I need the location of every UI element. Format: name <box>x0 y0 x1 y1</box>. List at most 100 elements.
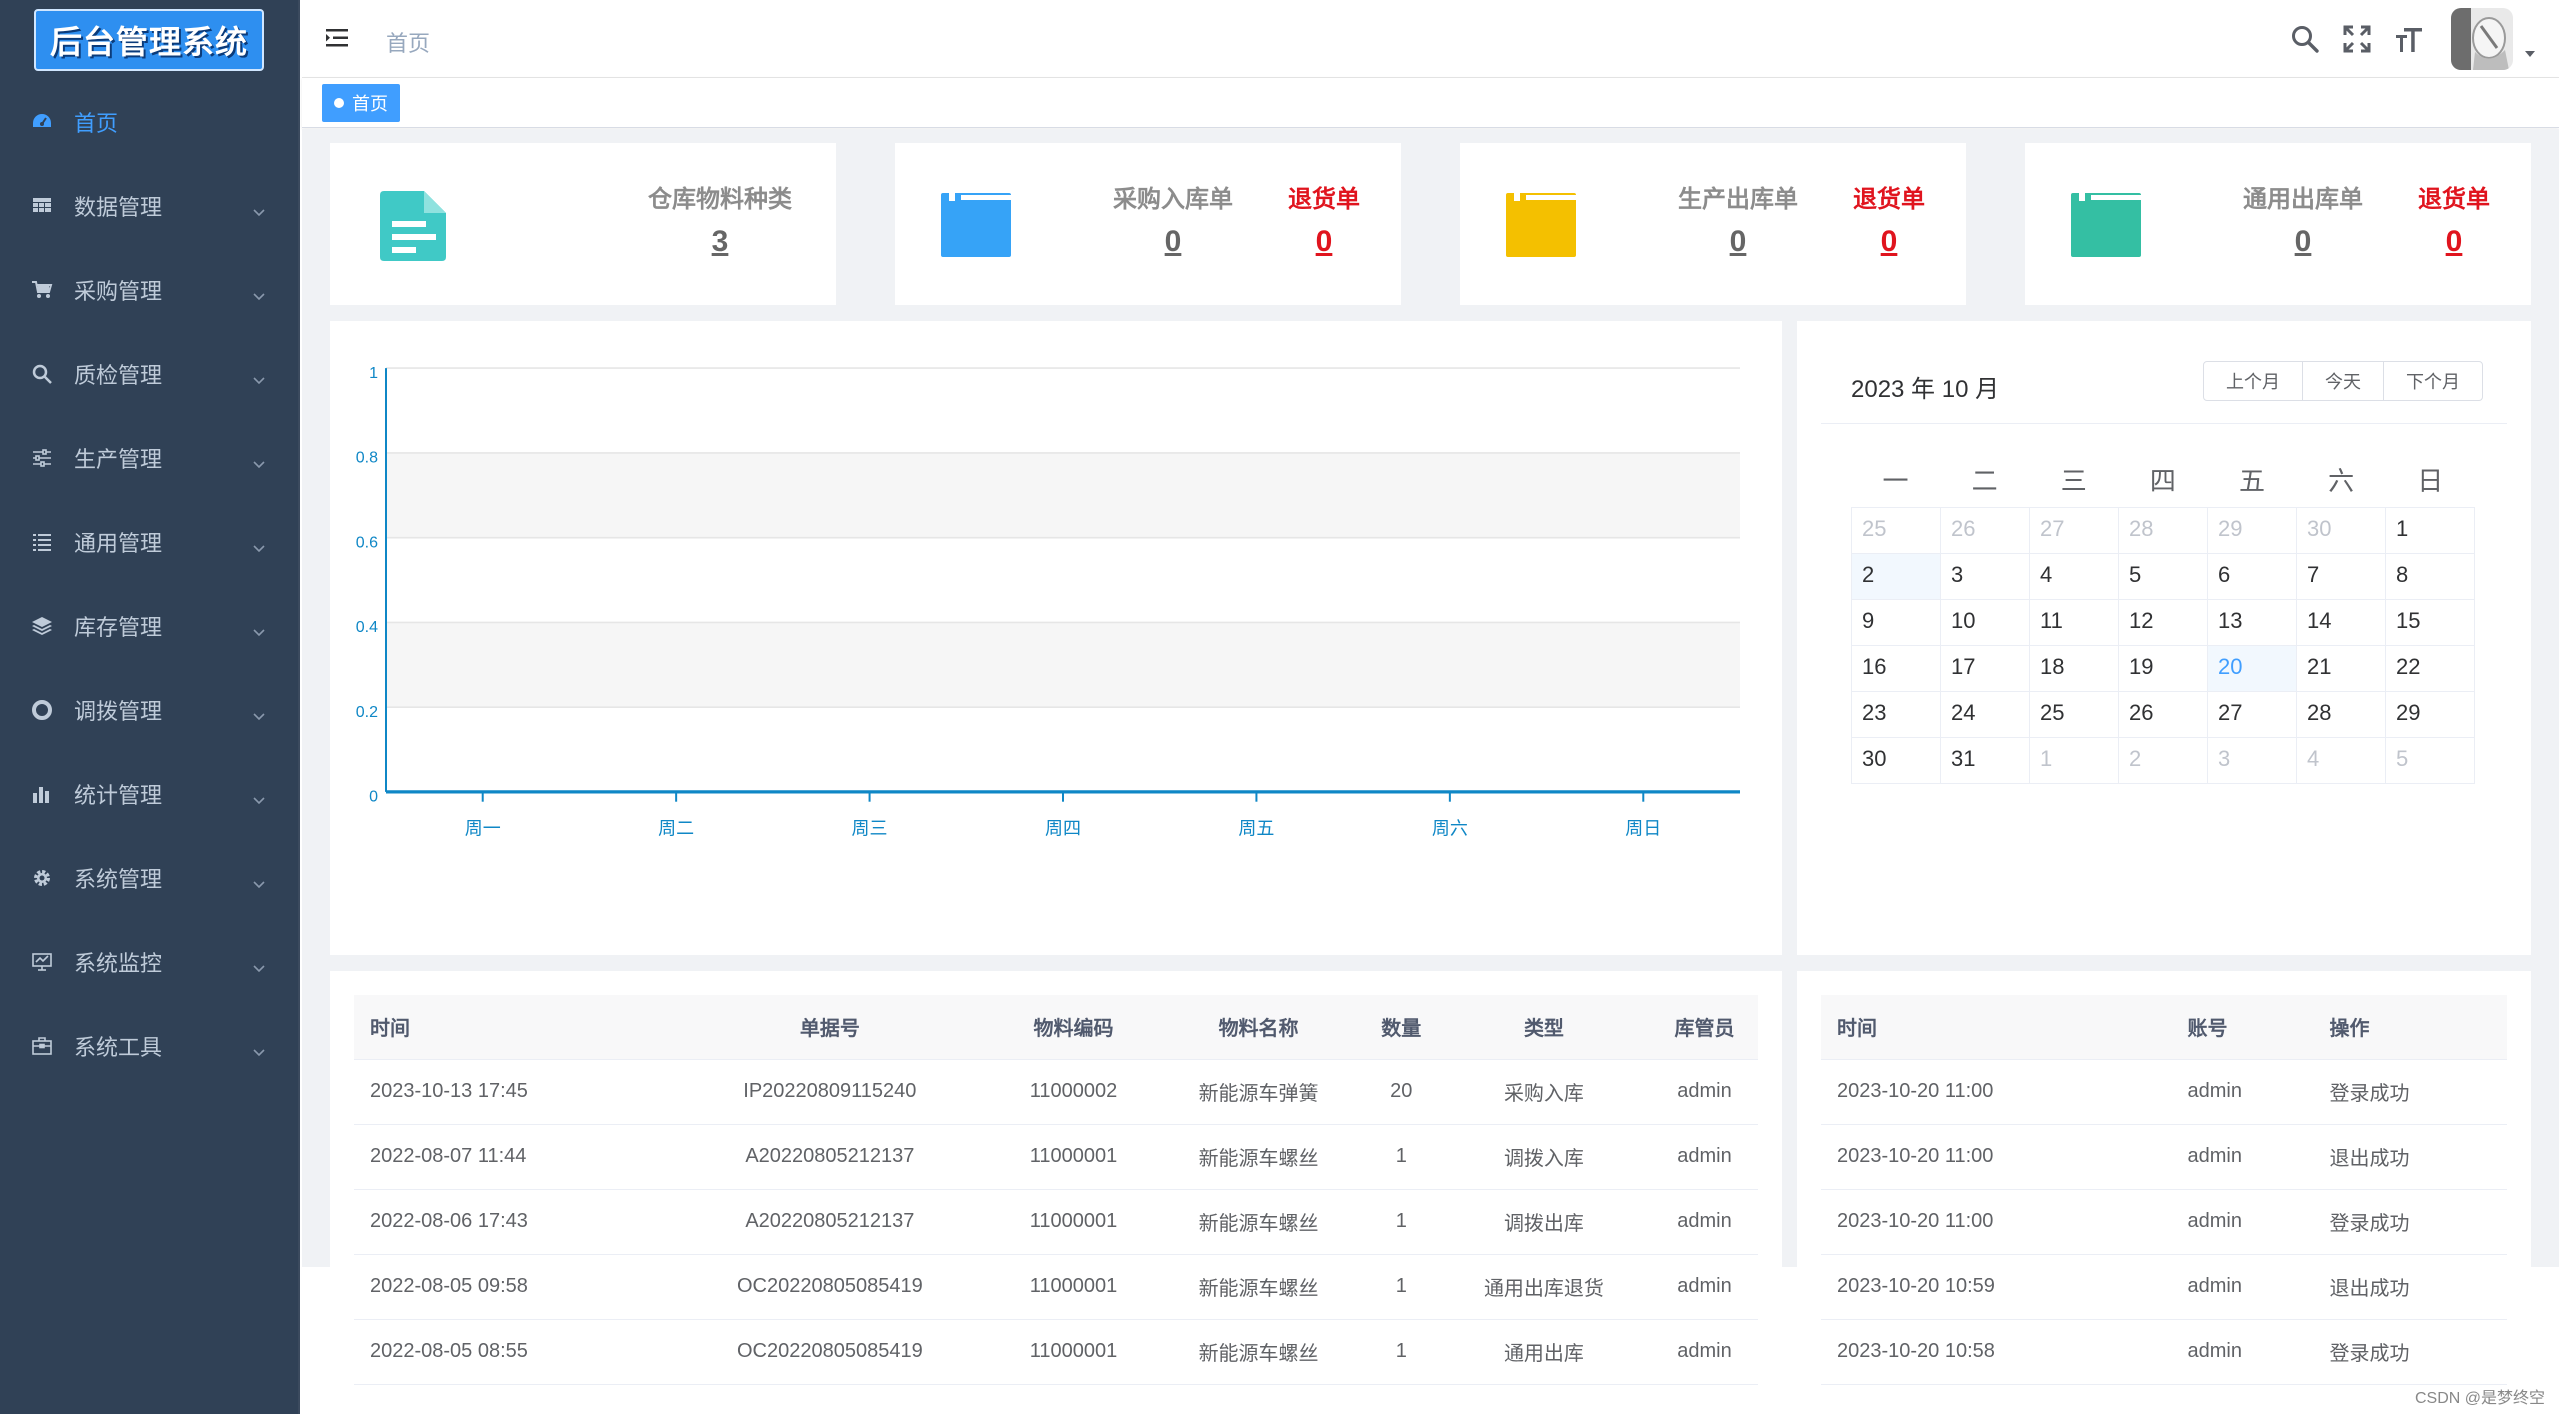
stat-value[interactable]: 0 <box>1658 225 1818 259</box>
prev-month-button[interactable]: 上个月 <box>2203 361 2303 401</box>
sidebar-item-1[interactable]: 数据管理 <box>0 164 298 248</box>
calendar-day[interactable]: 13 <box>2208 600 2297 646</box>
calendar-day[interactable]: 4 <box>2030 554 2119 600</box>
stat-card-general-out[interactable]: 通用出库单 0 退货单 0 <box>2025 143 2531 305</box>
calendar-day[interactable]: 6 <box>2208 554 2297 600</box>
weekday-label: 五 <box>2239 466 2266 496</box>
calendar-day[interactable]: 21 <box>2297 646 2386 692</box>
table-row[interactable]: 2022-08-05 09:58 OC20220805085419 11000001… <box>354 1254 1758 1320</box>
calendar-day[interactable]: 27 <box>2208 692 2297 738</box>
calendar-day[interactable]: 14 <box>2297 600 2386 646</box>
fullscreen-icon[interactable] <box>2341 23 2373 55</box>
calendar-day[interactable]: 26 <box>1941 508 2030 554</box>
chevron-down-icon[interactable] <box>2523 47 2537 61</box>
calendar-day[interactable]: 2 <box>2119 738 2208 784</box>
sidebar-item-5[interactable]: 通用管理 <box>0 500 298 584</box>
sidebar-item-3[interactable]: 质检管理 <box>0 332 298 416</box>
calendar-day[interactable]: 24 <box>1941 692 2030 738</box>
table-cell: 2022-08-05 08:55 <box>354 1319 665 1385</box>
calendar-day[interactable]: 29 <box>2208 508 2297 554</box>
calendar-day[interactable]: 26 <box>2119 692 2208 738</box>
stat-value[interactable]: 0 <box>1093 225 1253 259</box>
calendar-day[interactable]: 30 <box>2297 508 2386 554</box>
table-cell: 2023-10-13 17:45 <box>354 1059 665 1125</box>
calendar-day[interactable]: 28 <box>2297 692 2386 738</box>
table-row[interactable]: 2022-08-06 17:43 A20220805212137 11000001 新… <box>354 1189 1758 1255</box>
sidebar-item-2[interactable]: 采购管理 <box>0 248 298 332</box>
sidebar-item-label: 通用管理 <box>74 531 163 556</box>
sidebar-item-8[interactable]: 统计管理 <box>0 752 298 836</box>
grid-band <box>386 452 1740 538</box>
avatar[interactable] <box>2451 8 2513 70</box>
calendar-day[interactable]: 17 <box>1941 646 2030 692</box>
calendar-day[interactable]: 27 <box>2030 508 2119 554</box>
calendar-day[interactable]: 25 <box>2030 692 2119 738</box>
table-cell: 采购入库 <box>1436 1059 1651 1125</box>
font-size-icon[interactable] <box>2393 23 2425 55</box>
calendar-day[interactable]: 30 <box>1852 738 1941 784</box>
table-row[interactable]: 2023-10-20 11:00 admin 退出成功 <box>1821 1124 2507 1190</box>
calendar-day[interactable]: 7 <box>2297 554 2386 600</box>
stat-value[interactable]: 0 <box>2223 225 2383 259</box>
calendar-week-row: 9 10 11 12 13 14 15 <box>1852 600 2475 646</box>
calendar-day[interactable]: 19 <box>2119 646 2208 692</box>
calendar-day[interactable]: 5 <box>2386 738 2475 784</box>
calendar-week-row: 16 17 18 19 20 21 22 <box>1852 646 2475 692</box>
calendar-day[interactable]: 9 <box>1852 600 1941 646</box>
return-value[interactable]: 0 <box>1269 225 1379 259</box>
sidebar-item-11[interactable]: 系统工具 <box>0 1004 298 1088</box>
table-cell: 11000001 <box>995 1254 1152 1320</box>
sliders-icon <box>30 446 54 470</box>
sidebar-item-6[interactable]: 库存管理 <box>0 584 298 668</box>
stat-card-purchase-in[interactable]: 采购入库单 0 退货单 0 <box>895 143 1401 305</box>
table-row[interactable]: 2023-10-20 11:00 admin 登录成功 <box>1821 1189 2507 1255</box>
calendar-day[interactable]: 3 <box>1941 554 2030 600</box>
breadcrumb[interactable]: 首页 <box>386 26 430 58</box>
sidebar-item-10[interactable]: 系统监控 <box>0 920 298 1004</box>
y-tick-label: 0.2 <box>356 704 378 721</box>
return-value[interactable]: 0 <box>1834 225 1944 259</box>
weekday-label: 一 <box>1882 466 1909 496</box>
calendar-day[interactable]: 4 <box>2297 738 2386 784</box>
calendar-day[interactable]: 8 <box>2386 554 2475 600</box>
next-month-button[interactable]: 下个月 <box>2383 361 2483 401</box>
calendar-day[interactable]: 11 <box>2030 600 2119 646</box>
calendar-day[interactable]: 16 <box>1852 646 1941 692</box>
calendar-day[interactable]: 12 <box>2119 600 2208 646</box>
table-row[interactable]: 2022-08-05 08:55 OC20220805085419 11000001… <box>354 1319 1758 1385</box>
sidebar-item-0[interactable]: 首页 <box>0 80 298 164</box>
chevron-down-icon <box>252 703 266 721</box>
calendar-day[interactable]: 1 <box>2030 738 2119 784</box>
calendar-day[interactable]: 29 <box>2386 692 2475 738</box>
table-row[interactable]: 2023-10-13 17:45 IP20220809115240 11000002… <box>354 1059 1758 1125</box>
calendar-day[interactable]: 1 <box>2386 508 2475 554</box>
calendar-day[interactable]: 31 <box>1941 738 2030 784</box>
calendar-day[interactable]: 28 <box>2119 508 2208 554</box>
calendar-day[interactable]: 22 <box>2386 646 2475 692</box>
stat-card-production-out[interactable]: 生产出库单 0 退货单 0 <box>1460 143 1966 305</box>
stat-card-material-types[interactable]: 仓库物料种类 3 <box>330 143 836 305</box>
sidebar-item-7[interactable]: 调拨管理 <box>0 668 298 752</box>
calendar-day[interactable]: 5 <box>2119 554 2208 600</box>
calendar-day[interactable]: 10 <box>1941 600 2030 646</box>
hamburger-icon[interactable] <box>324 24 352 52</box>
calendar-day[interactable]: 18 <box>2030 646 2119 692</box>
calendar-day[interactable]: 15 <box>2386 600 2475 646</box>
calendar-day[interactable]: 23 <box>1852 692 1941 738</box>
stat-value[interactable]: 3 <box>630 225 810 259</box>
calendar-day[interactable]: 2 <box>1852 554 1941 600</box>
table-row[interactable]: 2023-10-20 10:59 admin 退出成功 <box>1821 1254 2507 1320</box>
tag-home[interactable]: 首页 <box>322 84 400 122</box>
calendar-day[interactable]: 25 <box>1852 508 1941 554</box>
table-row[interactable]: 2023-10-20 10:58 admin 登录成功 <box>1821 1319 2507 1385</box>
return-value[interactable]: 0 <box>2399 225 2509 259</box>
sidebar-item-9[interactable]: 系统管理 <box>0 836 298 920</box>
sidebar-item-4[interactable]: 生产管理 <box>0 416 298 500</box>
table-row[interactable]: 2023-10-20 11:00 admin 登录成功 <box>1821 1059 2507 1125</box>
table-row[interactable]: 2022-08-07 11:44 A20220805212137 11000001 新… <box>354 1124 1758 1190</box>
search-icon[interactable] <box>2289 23 2321 55</box>
calendar-day[interactable]: 20 <box>2208 646 2297 692</box>
today-button[interactable]: 今天 <box>2302 361 2384 401</box>
calendar-day[interactable]: 3 <box>2208 738 2297 784</box>
app-logo[interactable]: 后台管理系统 <box>33 9 264 71</box>
